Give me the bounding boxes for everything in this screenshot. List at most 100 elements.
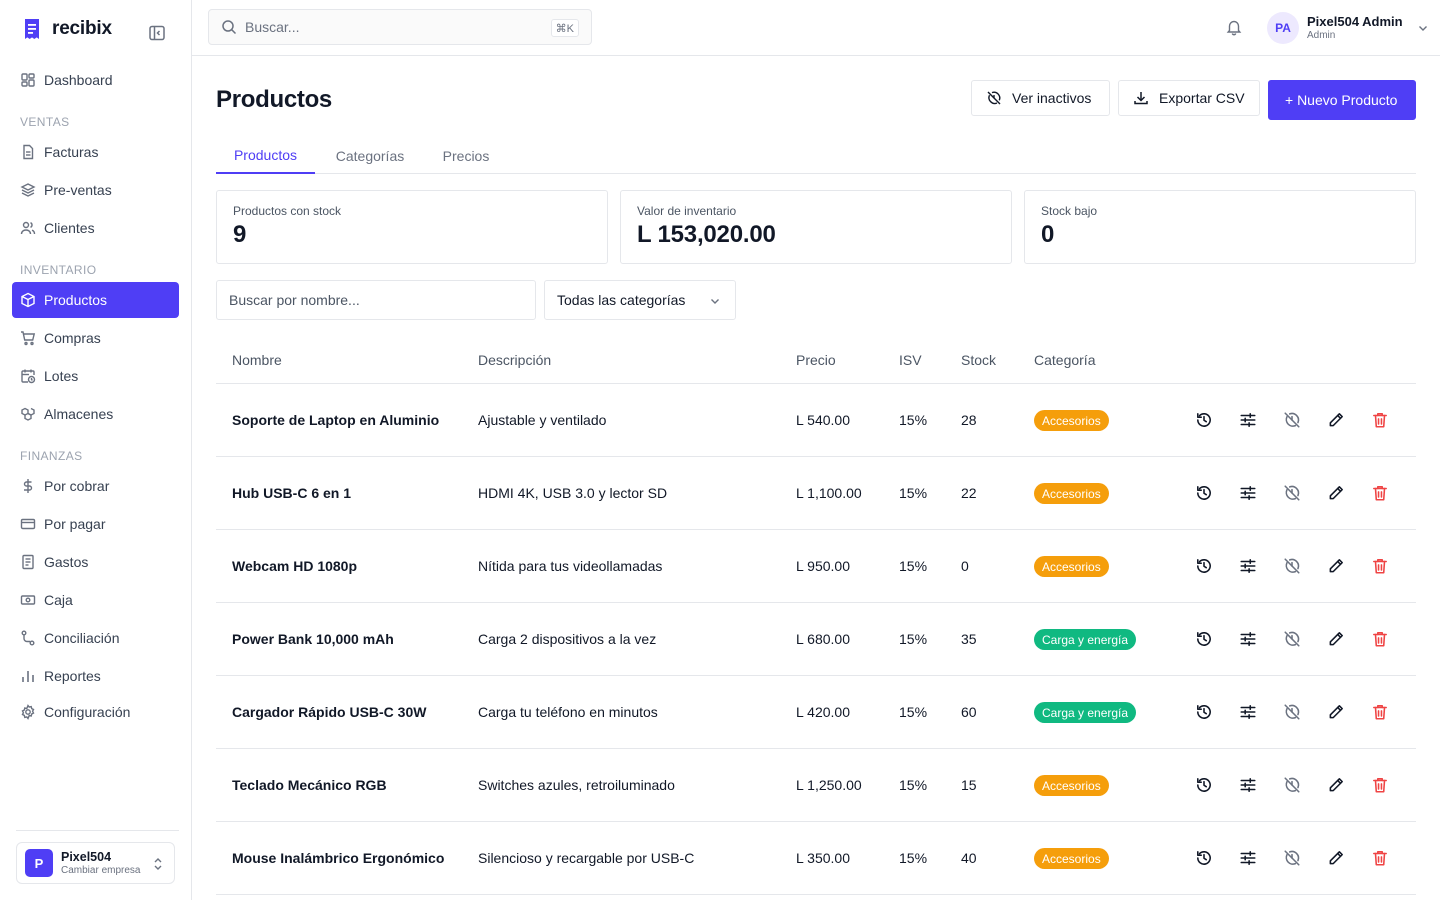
tab-categorias[interactable]: Categorías	[323, 138, 417, 174]
tab-productos[interactable]: Productos	[216, 138, 315, 174]
edit-icon[interactable]	[1327, 776, 1345, 794]
download-icon	[1134, 92, 1148, 105]
category-badge: Accesorios	[1034, 483, 1109, 504]
deactivate-icon[interactable]	[1283, 411, 1301, 429]
sidebar-item-almacenes[interactable]: Almacenes	[12, 396, 179, 432]
product-description: Silencioso y recargable por USB-C	[478, 850, 695, 866]
tab-precios[interactable]: Precios	[425, 138, 507, 174]
chevrons-up-down-icon	[154, 858, 162, 870]
table-row[interactable]: Cargador Rápido USB-C 30W Carga tu teléfo…	[216, 676, 1416, 749]
product-description: Nítida para tus videollamadas	[478, 558, 663, 574]
column-header-descripcion[interactable]: Descripción	[478, 352, 551, 368]
file-icon	[23, 144, 34, 160]
table-row[interactable]: Webcam HD 1080p Nítida para tus videollam…	[216, 530, 1416, 603]
product-description: Switches azules, retroiluminado	[478, 777, 675, 793]
deactivate-icon[interactable]	[1283, 630, 1301, 648]
edit-icon[interactable]	[1327, 557, 1345, 575]
sidebar-item-gastos[interactable]: Gastos	[12, 544, 179, 580]
edit-icon[interactable]	[1327, 630, 1345, 648]
bar-chart-icon	[22, 671, 34, 682]
deactivate-icon[interactable]	[1283, 557, 1301, 575]
trash-icon[interactable]	[1371, 776, 1389, 794]
trash-icon[interactable]	[1371, 411, 1389, 429]
history-icon[interactable]	[1195, 411, 1213, 429]
deactivate-icon[interactable]	[1283, 776, 1301, 794]
product-isv: 15%	[899, 558, 928, 574]
deactivate-icon[interactable]	[1283, 484, 1301, 502]
sliders-icon[interactable]	[1239, 557, 1257, 575]
sidebar-item-por-cobrar[interactable]: Por cobrar	[12, 468, 179, 504]
column-header-stock[interactable]: Stock	[961, 352, 996, 368]
user-menu[interactable]: PA Pixel504 Admin Admin	[1267, 12, 1429, 44]
sidebar-item-conciliacion[interactable]: Conciliación	[12, 620, 179, 656]
table-row[interactable]: Teclado Mecánico RGB Switches azules, ret…	[216, 749, 1416, 822]
sidebar-item-label: Por pagar	[44, 516, 106, 532]
edit-icon[interactable]	[1327, 411, 1345, 429]
company-switcher[interactable]: P Pixel504 Cambiar empresa	[16, 842, 175, 884]
sidebar-item-reportes[interactable]: Reportes	[12, 658, 179, 694]
sidebar-item-lotes[interactable]: Lotes	[12, 358, 179, 394]
export-csv-button[interactable]: Exportar CSV	[1118, 80, 1260, 116]
sliders-icon[interactable]	[1239, 703, 1257, 721]
company-subtitle: Cambiar empresa	[61, 864, 141, 876]
box-icon	[21, 292, 35, 308]
sliders-icon[interactable]	[1239, 411, 1257, 429]
product-price: L 350.00	[796, 850, 850, 866]
trash-icon[interactable]	[1371, 557, 1389, 575]
history-icon[interactable]	[1195, 557, 1213, 575]
history-icon[interactable]	[1195, 849, 1213, 867]
edit-icon[interactable]	[1327, 849, 1345, 867]
category-badge: Accesorios	[1034, 556, 1109, 577]
column-header-precio[interactable]: Precio	[796, 352, 836, 368]
sidebar-item-productos[interactable]: Productos	[12, 282, 179, 318]
column-header-isv[interactable]: ISV	[899, 352, 922, 368]
sliders-icon[interactable]	[1239, 484, 1257, 502]
stat-value: 0	[1041, 221, 1055, 248]
sliders-icon[interactable]	[1239, 776, 1257, 794]
edit-icon[interactable]	[1327, 484, 1345, 502]
sidebar-item-label: Pre-ventas	[44, 182, 112, 198]
product-isv: 15%	[899, 777, 928, 793]
history-icon[interactable]	[1195, 703, 1213, 721]
sliders-icon[interactable]	[1239, 630, 1257, 648]
product-stock: 0	[961, 558, 969, 574]
deactivate-icon[interactable]	[1283, 703, 1301, 721]
trash-icon[interactable]	[1371, 849, 1389, 867]
brand[interactable]: recibix	[22, 18, 112, 40]
chevron-down-icon	[1418, 26, 1427, 31]
edit-icon[interactable]	[1327, 703, 1345, 721]
sidebar-item-pre-ventas[interactable]: Pre-ventas	[12, 172, 179, 208]
view-inactive-button[interactable]: Ver inactivos	[971, 80, 1110, 116]
sidebar-item-configuracion[interactable]: Configuración	[12, 694, 179, 730]
sliders-icon[interactable]	[1239, 849, 1257, 867]
table-row[interactable]: Hub USB-C 6 en 1 HDMI 4K, USB 3.0 y lecto…	[216, 457, 1416, 530]
sidebar-item-label: Almacenes	[44, 406, 114, 422]
product-name: Mouse Inalámbrico Ergonómico	[232, 850, 445, 866]
table-row[interactable]: Power Bank 10,000 mAh Carga 2 dispositivo…	[216, 603, 1416, 676]
view-inactive-label: Ver inactivos	[1012, 90, 1092, 106]
trash-icon[interactable]	[1371, 703, 1389, 721]
sidebar-item-caja[interactable]: Caja	[12, 582, 179, 618]
sidebar-item-dashboard[interactable]: Dashboard	[12, 62, 179, 98]
sidebar-item-clientes[interactable]: Clientes	[12, 210, 179, 246]
column-header-categoria[interactable]: Categoría	[1034, 352, 1095, 368]
history-icon[interactable]	[1195, 630, 1213, 648]
sidebar-collapse-icon[interactable]	[148, 24, 166, 42]
global-search[interactable]: ⌘K	[208, 9, 592, 45]
history-icon[interactable]	[1195, 776, 1213, 794]
search-input[interactable]	[245, 19, 545, 35]
bell-icon[interactable]	[1225, 18, 1243, 36]
new-product-button[interactable]: + Nuevo Producto	[1268, 80, 1416, 120]
table-row[interactable]: Mouse Inalámbrico Ergonómico Silencioso y…	[216, 822, 1416, 895]
table-row[interactable]: Soporte de Laptop en Aluminio Ajustable y…	[216, 384, 1416, 457]
deactivate-icon[interactable]	[1283, 849, 1301, 867]
column-header-nombre[interactable]: Nombre	[232, 352, 282, 368]
trash-icon[interactable]	[1371, 630, 1389, 648]
sidebar-item-por-pagar[interactable]: Por pagar	[12, 506, 179, 542]
product-search-input[interactable]	[216, 280, 536, 320]
trash-icon[interactable]	[1371, 484, 1389, 502]
category-select[interactable]: Todas las categorías	[544, 280, 736, 320]
sidebar-item-compras[interactable]: Compras	[12, 320, 179, 356]
sidebar-item-facturas[interactable]: Facturas	[12, 134, 179, 170]
history-icon[interactable]	[1195, 484, 1213, 502]
